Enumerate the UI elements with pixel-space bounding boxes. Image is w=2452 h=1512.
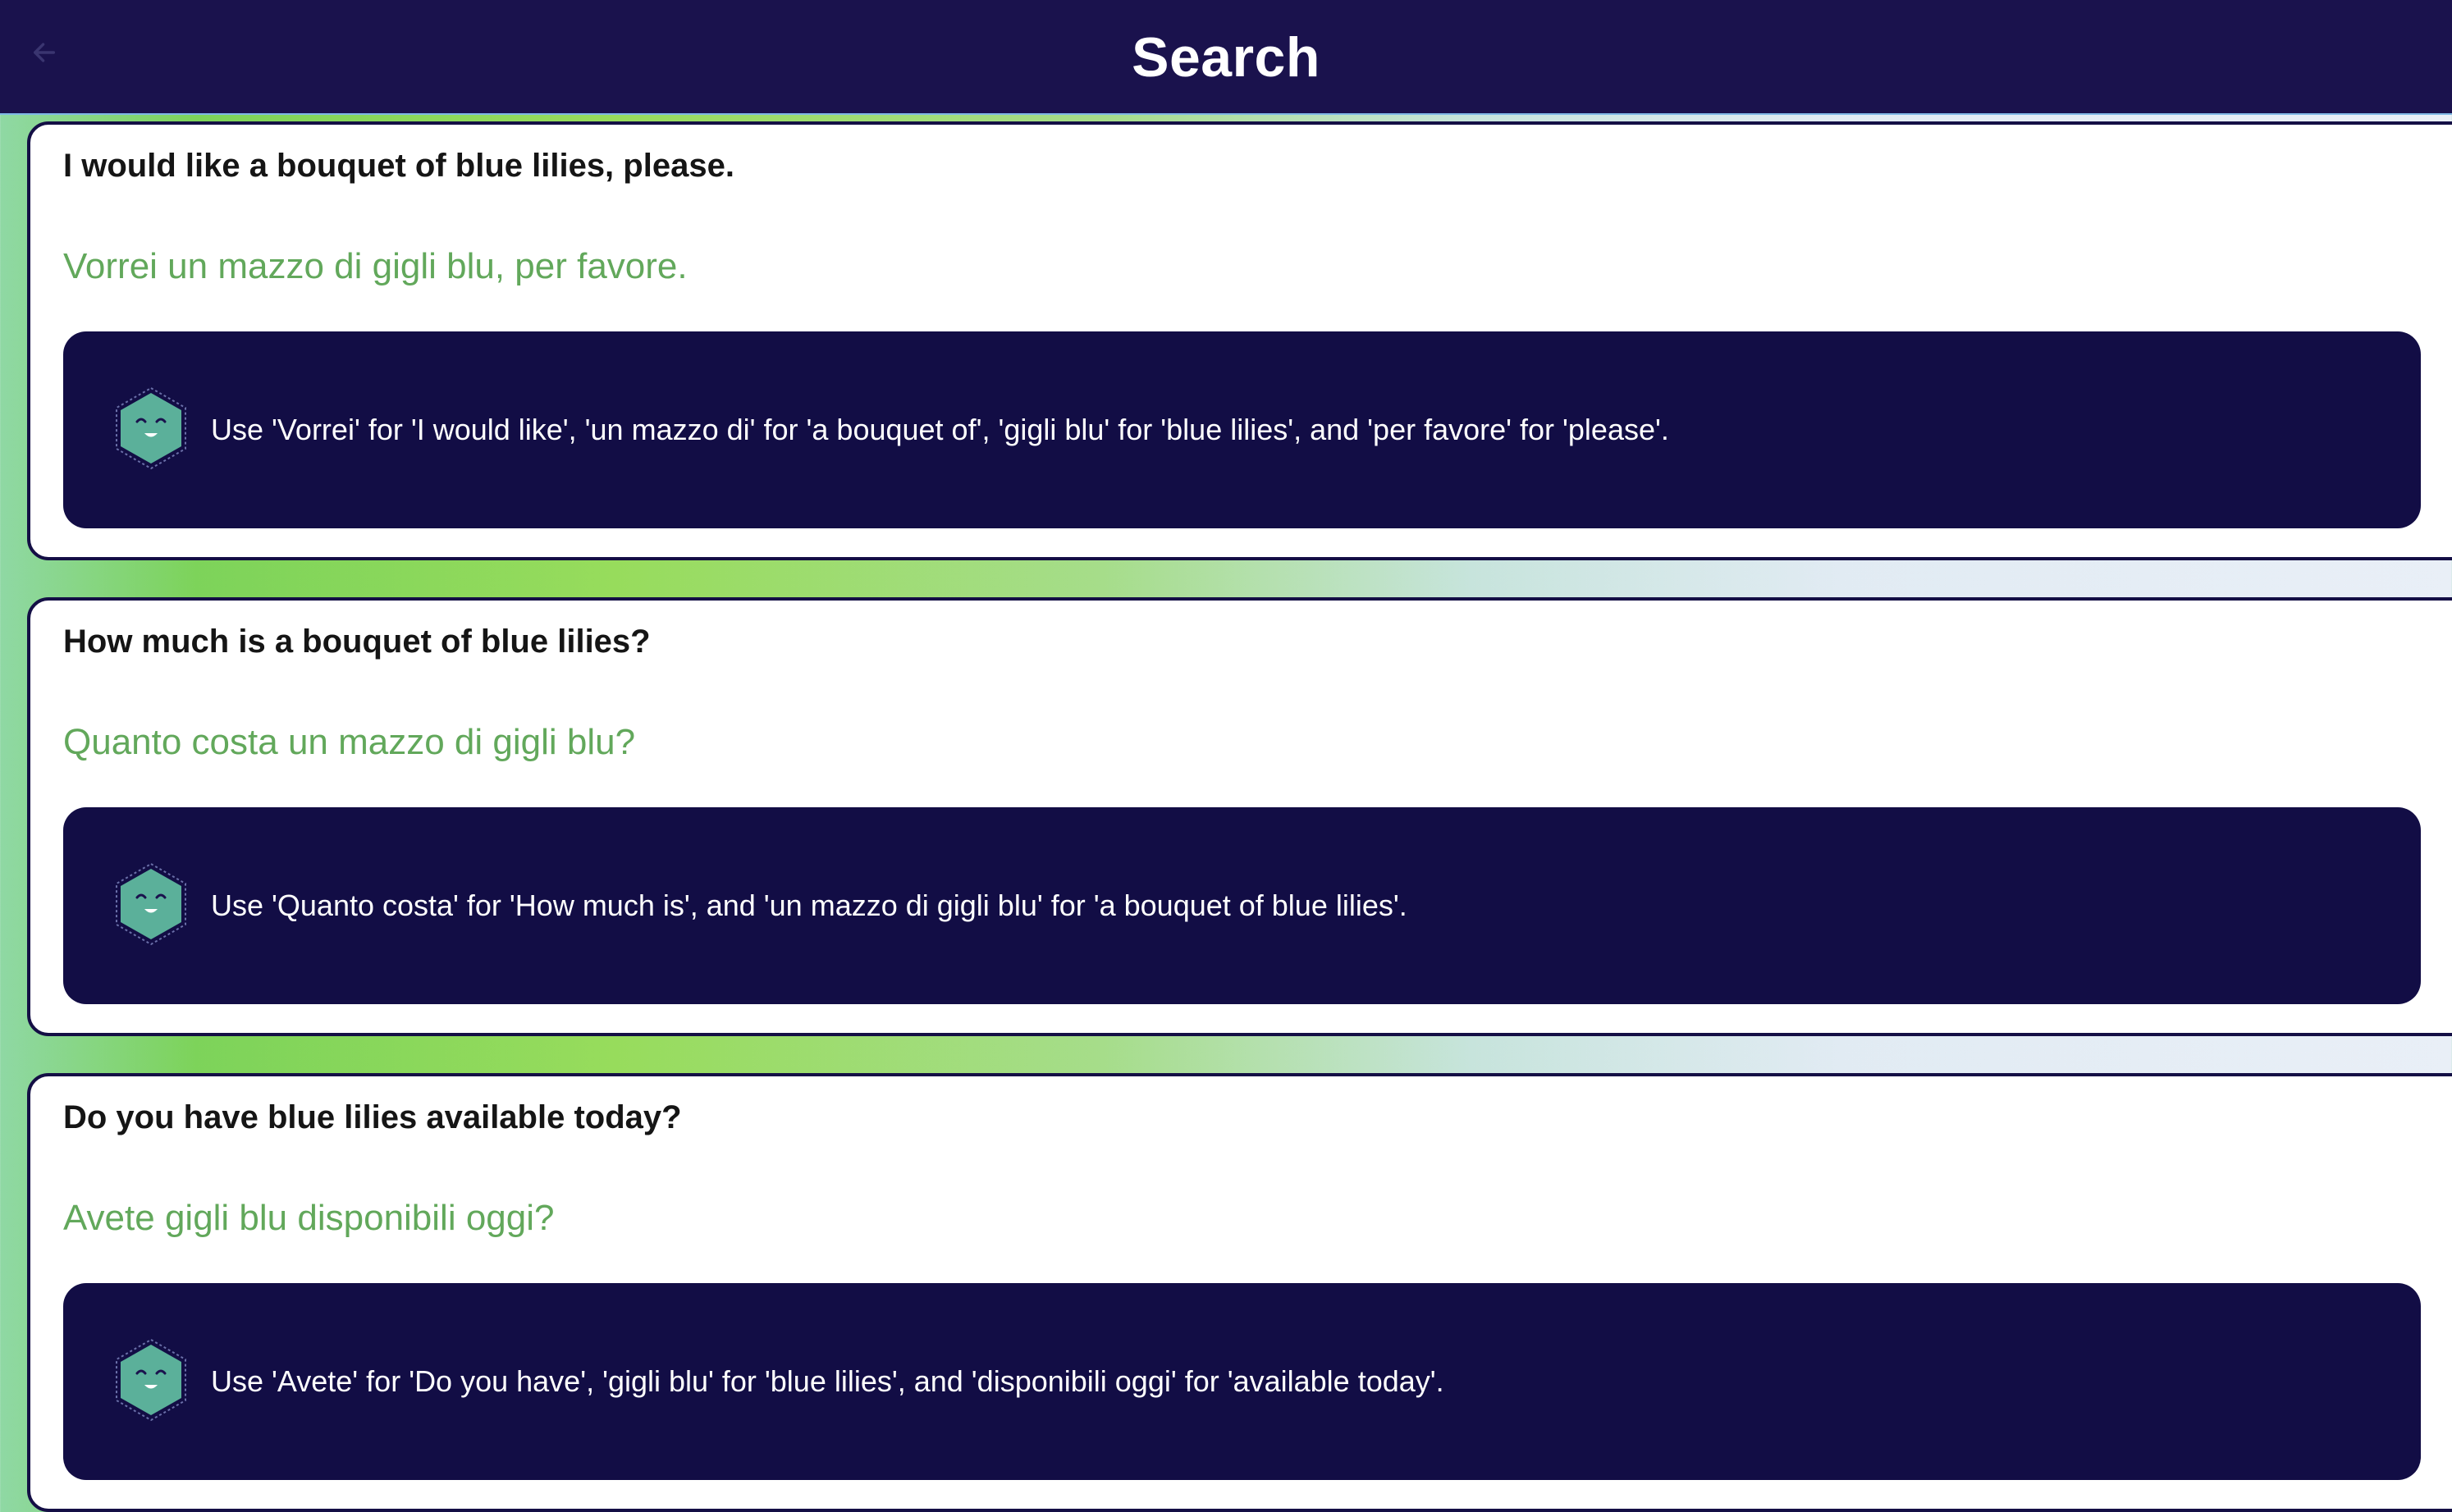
result-card[interactable]: I would like a bouquet of blue lilies, p…	[27, 121, 2452, 560]
english-phrase: Do you have blue lilies available today?	[63, 1099, 682, 1135]
page-title: Search	[1132, 26, 1320, 89]
translation-tip: Use 'Quanto costa' for 'How much is', an…	[63, 807, 2421, 1004]
smiling-hexagon-mascot-icon	[116, 1338, 186, 1422]
italian-translation: Vorrei un mazzo di gigli blu, per favore…	[63, 246, 688, 286]
translation-tip: Use 'Avete' for 'Do you have', 'gigli bl…	[63, 1283, 2421, 1480]
tip-text: Use 'Vorrei' for 'I would like', 'un maz…	[211, 413, 1669, 446]
smiling-hexagon-mascot-icon	[116, 862, 186, 946]
italian-translation: Avete gigli blu disponibili oggi?	[63, 1198, 555, 1238]
english-phrase: I would like a bouquet of blue lilies, p…	[63, 148, 734, 184]
tip-text: Use 'Avete' for 'Do you have', 'gigli bl…	[211, 1364, 1444, 1398]
english-phrase: How much is a bouquet of blue lilies?	[63, 624, 651, 660]
translation-tip: Use 'Vorrei' for 'I would like', 'un maz…	[63, 331, 2421, 528]
results-list: I would like a bouquet of blue lilies, p…	[0, 115, 2452, 1512]
result-card[interactable]: Do you have blue lilies available today?…	[27, 1073, 2452, 1512]
smiling-hexagon-mascot-icon	[116, 386, 186, 470]
result-card[interactable]: How much is a bouquet of blue lilies? Qu…	[27, 597, 2452, 1036]
tip-text: Use 'Quanto costa' for 'How much is', an…	[211, 888, 1407, 922]
app-header: Search	[0, 0, 2452, 115]
italian-translation: Quanto costa un mazzo di gigli blu?	[63, 722, 636, 762]
